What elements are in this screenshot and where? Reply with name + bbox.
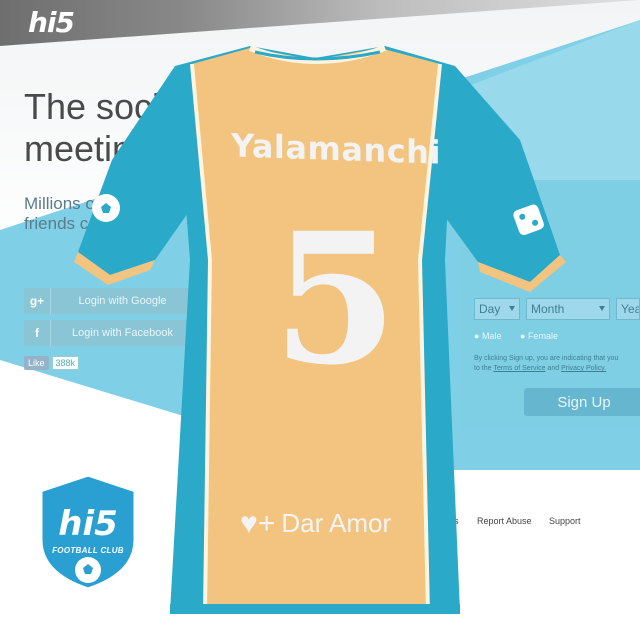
badge-title: hi5 — [58, 504, 118, 544]
sponsor-text: Dar Amor — [281, 508, 392, 538]
right-sleeve — [440, 66, 560, 282]
soccer-ball-icon — [92, 194, 120, 222]
left-sleeve — [78, 66, 190, 275]
badge-subtitle: FOOTBALL CLUB — [52, 546, 124, 555]
heart-plus-icon: ♥+ — [240, 506, 276, 540]
jersey-sponsor: ♥+ Dar Amor — [240, 508, 391, 539]
jersey-player-name: Yalamanchi — [231, 126, 441, 172]
jersey-player-number: 5 — [272, 194, 398, 405]
